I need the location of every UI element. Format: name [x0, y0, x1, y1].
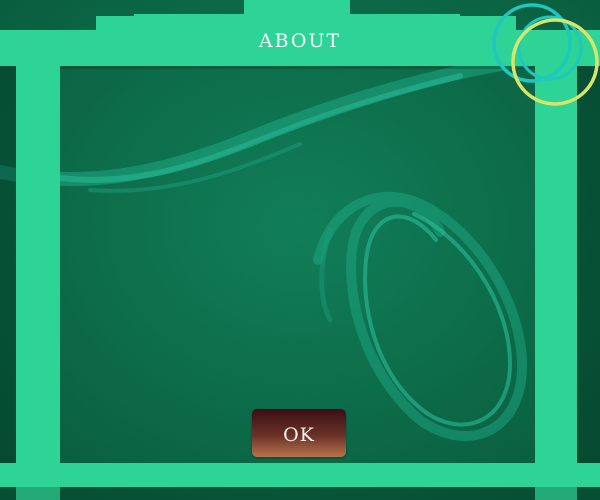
frame-bottom-bar [0, 463, 600, 487]
concentric-rings-icon [492, 3, 599, 106]
frame-top-inner-shadow [60, 66, 535, 69]
frame-left-shadow [0, 66, 16, 466]
about-screen: ABOUT OK [0, 0, 600, 500]
frame-top-cap [244, 0, 350, 16]
ok-button-label: OK [283, 424, 315, 446]
frame-bottom-shadow [0, 487, 600, 500]
frame-left-pillar [16, 30, 60, 500]
ok-button[interactable]: OK [252, 409, 346, 457]
frame-right-shadow [577, 66, 600, 466]
